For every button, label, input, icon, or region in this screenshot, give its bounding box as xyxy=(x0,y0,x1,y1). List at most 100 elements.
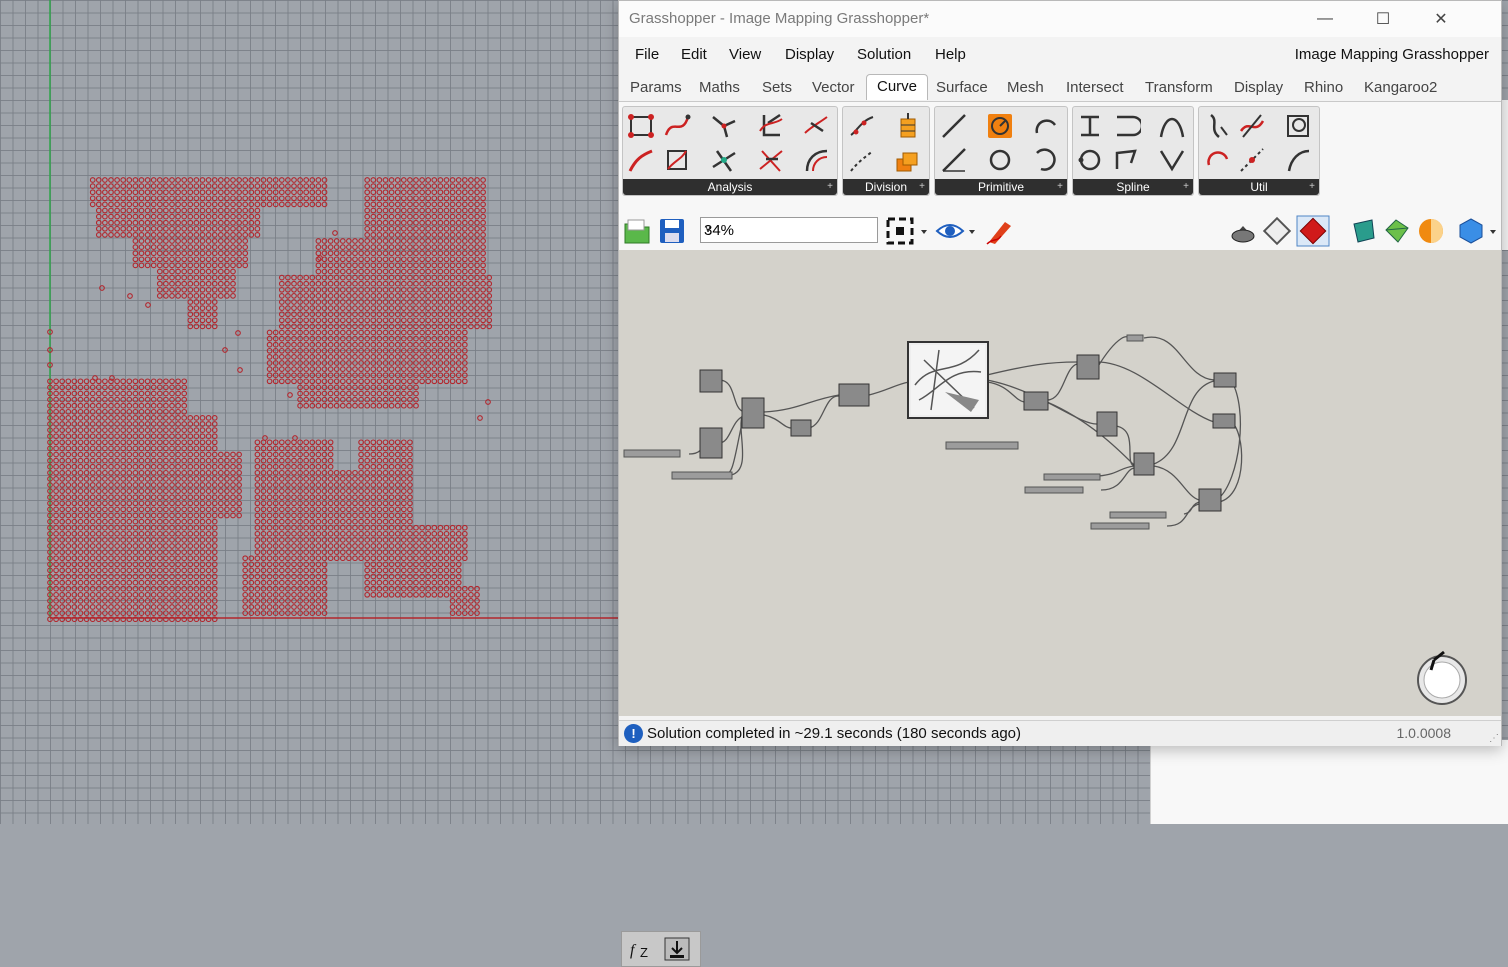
tab-intersect[interactable]: Intersect xyxy=(1066,79,1124,96)
curve-parameter-icon[interactable] xyxy=(801,111,831,141)
explode-icon[interactable] xyxy=(1237,145,1267,175)
kinky-curve-icon[interactable] xyxy=(1111,145,1141,175)
divide-distance-icon[interactable] xyxy=(847,145,877,175)
maximize-button[interactable]: ☐ xyxy=(1354,1,1412,37)
component-node[interactable] xyxy=(699,427,723,459)
tangent-curve-icon[interactable] xyxy=(1157,145,1187,175)
component-node[interactable] xyxy=(1198,488,1222,512)
document-name[interactable]: Image Mapping Grasshopper xyxy=(1295,46,1489,63)
curve-closest-point-icon[interactable] xyxy=(662,111,692,141)
component-node[interactable] xyxy=(1213,372,1237,388)
tab-maths[interactable]: Maths xyxy=(699,79,740,96)
number-slider[interactable] xyxy=(1090,522,1150,530)
mapped-point xyxy=(437,268,444,275)
tab-transform[interactable]: Transform xyxy=(1145,79,1213,96)
save-file-icon[interactable] xyxy=(657,216,687,246)
fillet-icon[interactable] xyxy=(1237,111,1267,141)
tab-vector[interactable]: Vector xyxy=(812,79,855,96)
zoom-select[interactable]: 34% ∨ xyxy=(700,217,878,243)
tab-sets[interactable]: Sets xyxy=(762,79,792,96)
menu-solution[interactable]: Solution xyxy=(857,46,911,63)
menu-help[interactable]: Help xyxy=(935,46,966,63)
panel-label-division[interactable]: Division + xyxy=(843,179,929,195)
canvas-navigator-widget[interactable] xyxy=(1417,650,1467,705)
nurbs-curve-icon[interactable] xyxy=(1111,111,1141,141)
tab-kangaroo2[interactable]: Kangaroo2 xyxy=(1364,79,1437,96)
zoom-extents-icon[interactable] xyxy=(885,216,929,246)
panel-node[interactable] xyxy=(1126,334,1144,342)
download-icon[interactable] xyxy=(662,935,692,963)
component-node[interactable] xyxy=(1023,391,1049,411)
component-node[interactable] xyxy=(838,383,870,407)
circle-icon[interactable] xyxy=(985,145,1015,175)
extend-curve-icon[interactable] xyxy=(1283,145,1313,175)
number-slider[interactable] xyxy=(1043,473,1101,481)
polygon-icon[interactable] xyxy=(985,111,1015,141)
number-slider[interactable] xyxy=(945,441,1019,450)
panel-label-spline[interactable]: Spline + xyxy=(1073,179,1193,195)
number-slider[interactable] xyxy=(623,449,681,458)
component-node[interactable] xyxy=(790,419,812,437)
curve-frame-icon[interactable] xyxy=(756,111,786,141)
component-node[interactable] xyxy=(1133,452,1155,476)
preview-wire-icon[interactable] xyxy=(1228,216,1258,246)
curve-length-icon[interactable] xyxy=(801,145,831,175)
tab-mesh[interactable]: Mesh xyxy=(1007,79,1044,96)
bake-icon[interactable] xyxy=(1348,216,1378,246)
number-slider[interactable] xyxy=(671,471,733,480)
offset-curve-icon[interactable] xyxy=(1203,111,1233,141)
number-slider[interactable] xyxy=(1109,511,1167,519)
open-file-icon[interactable] xyxy=(622,216,652,246)
curve-curvature-icon[interactable] xyxy=(756,145,786,175)
line-icon[interactable] xyxy=(939,111,969,141)
component-node[interactable] xyxy=(699,369,723,393)
sketch-pen-icon[interactable] xyxy=(985,216,1015,246)
resize-grip-icon[interactable]: ⋰ xyxy=(1489,733,1499,744)
panel-label-primitive[interactable]: Primitive + xyxy=(935,179,1067,195)
tab-rhino[interactable]: Rhino xyxy=(1304,79,1343,96)
title-bar[interactable]: Grasshopper - Image Mapping Grasshopper*… xyxy=(619,1,1501,37)
curve-middle-icon[interactable] xyxy=(709,111,739,141)
menu-edit[interactable]: Edit xyxy=(681,46,707,63)
component-node[interactable] xyxy=(1212,413,1236,429)
interpolate-icon[interactable] xyxy=(1075,145,1105,175)
grasshopper-canvas[interactable]: fZ xyxy=(619,250,1501,967)
tab-display[interactable]: Display xyxy=(1234,79,1283,96)
minimize-button[interactable]: — xyxy=(1296,1,1354,37)
polyline-icon[interactable] xyxy=(1075,111,1105,141)
divide-curve-icon[interactable] xyxy=(847,111,877,141)
curve-intersect-icon[interactable] xyxy=(709,145,739,175)
preview-selected-icon[interactable] xyxy=(1296,215,1330,247)
mesh-settings-icon[interactable] xyxy=(1382,216,1412,246)
mapped-point xyxy=(95,427,102,433)
arc-icon[interactable] xyxy=(1031,111,1061,141)
bezier-span-icon[interactable] xyxy=(1157,111,1187,141)
control-points-icon[interactable] xyxy=(626,111,656,141)
component-node[interactable] xyxy=(741,397,765,429)
component-node[interactable] xyxy=(1076,354,1100,380)
preview-eye-icon[interactable] xyxy=(935,216,979,246)
panel-label-analysis[interactable]: Analysis + xyxy=(623,179,837,195)
join-curves-icon[interactable] xyxy=(1203,145,1233,175)
material-icon[interactable] xyxy=(1416,216,1446,246)
close-button[interactable]: ✕ xyxy=(1412,1,1470,37)
contour-icon[interactable] xyxy=(893,111,923,141)
tab-curve[interactable]: Curve xyxy=(866,74,929,100)
closed-curve-icon[interactable] xyxy=(662,145,692,175)
number-slider[interactable] xyxy=(1024,486,1084,494)
tab-surface[interactable]: Surface xyxy=(936,79,988,96)
menu-view[interactable]: View xyxy=(729,46,761,63)
preview-shaded-icon[interactable] xyxy=(1262,216,1292,246)
display-mode-icon[interactable] xyxy=(1456,216,1500,246)
line-sdl-icon[interactable] xyxy=(939,145,969,175)
menu-file[interactable]: File xyxy=(635,46,659,63)
tab-params[interactable]: Params xyxy=(630,79,682,96)
project-icon[interactable] xyxy=(1283,111,1313,141)
panel-label-util[interactable]: Util + xyxy=(1199,179,1319,195)
arc-sed-icon[interactable] xyxy=(1031,145,1061,175)
component-node[interactable] xyxy=(1096,411,1118,437)
contour-extrude-icon[interactable] xyxy=(893,145,923,175)
sort-icon[interactable]: fZ xyxy=(626,935,656,963)
curve-end-points-icon[interactable] xyxy=(626,145,656,175)
menu-display[interactable]: Display xyxy=(785,46,834,63)
